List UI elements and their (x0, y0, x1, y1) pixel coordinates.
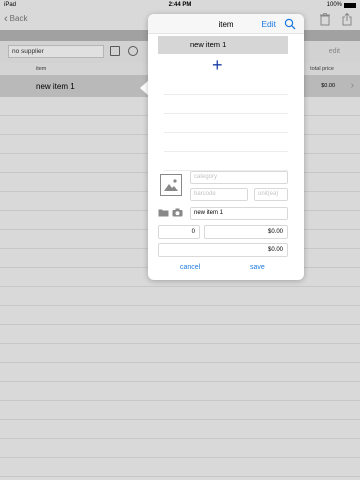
save-button[interactable]: save (250, 264, 265, 271)
item-image-placeholder[interactable] (160, 174, 182, 196)
barcode-field[interactable]: barcode (190, 188, 248, 201)
item-name-field[interactable]: new item 1 (190, 207, 288, 220)
item-list: new item 1 + (158, 34, 288, 184)
image-icon (164, 179, 178, 191)
item-popover: item Edit new item 1 + category barcode … (148, 14, 304, 280)
folder-icon[interactable] (158, 208, 169, 217)
popover-title: item (218, 20, 234, 29)
quantity-field[interactable]: 0 (158, 225, 200, 239)
camera-icon[interactable] (172, 208, 183, 217)
list-item[interactable]: new item 1 (158, 36, 288, 54)
popover-header: item Edit (148, 14, 304, 34)
unit-field[interactable]: unit(ea) (254, 188, 288, 201)
unit-price-field[interactable]: $0.00 (204, 225, 288, 239)
media-buttons (158, 208, 183, 217)
popover-edit-button[interactable]: Edit (261, 19, 276, 29)
cancel-button[interactable]: cancel (180, 264, 200, 271)
search-icon[interactable] (284, 18, 296, 30)
empty-list-rows (164, 76, 288, 184)
add-item-button[interactable]: + (212, 54, 223, 76)
category-field[interactable]: category (190, 171, 288, 184)
total-price-field[interactable]: $0.00 (158, 243, 288, 257)
